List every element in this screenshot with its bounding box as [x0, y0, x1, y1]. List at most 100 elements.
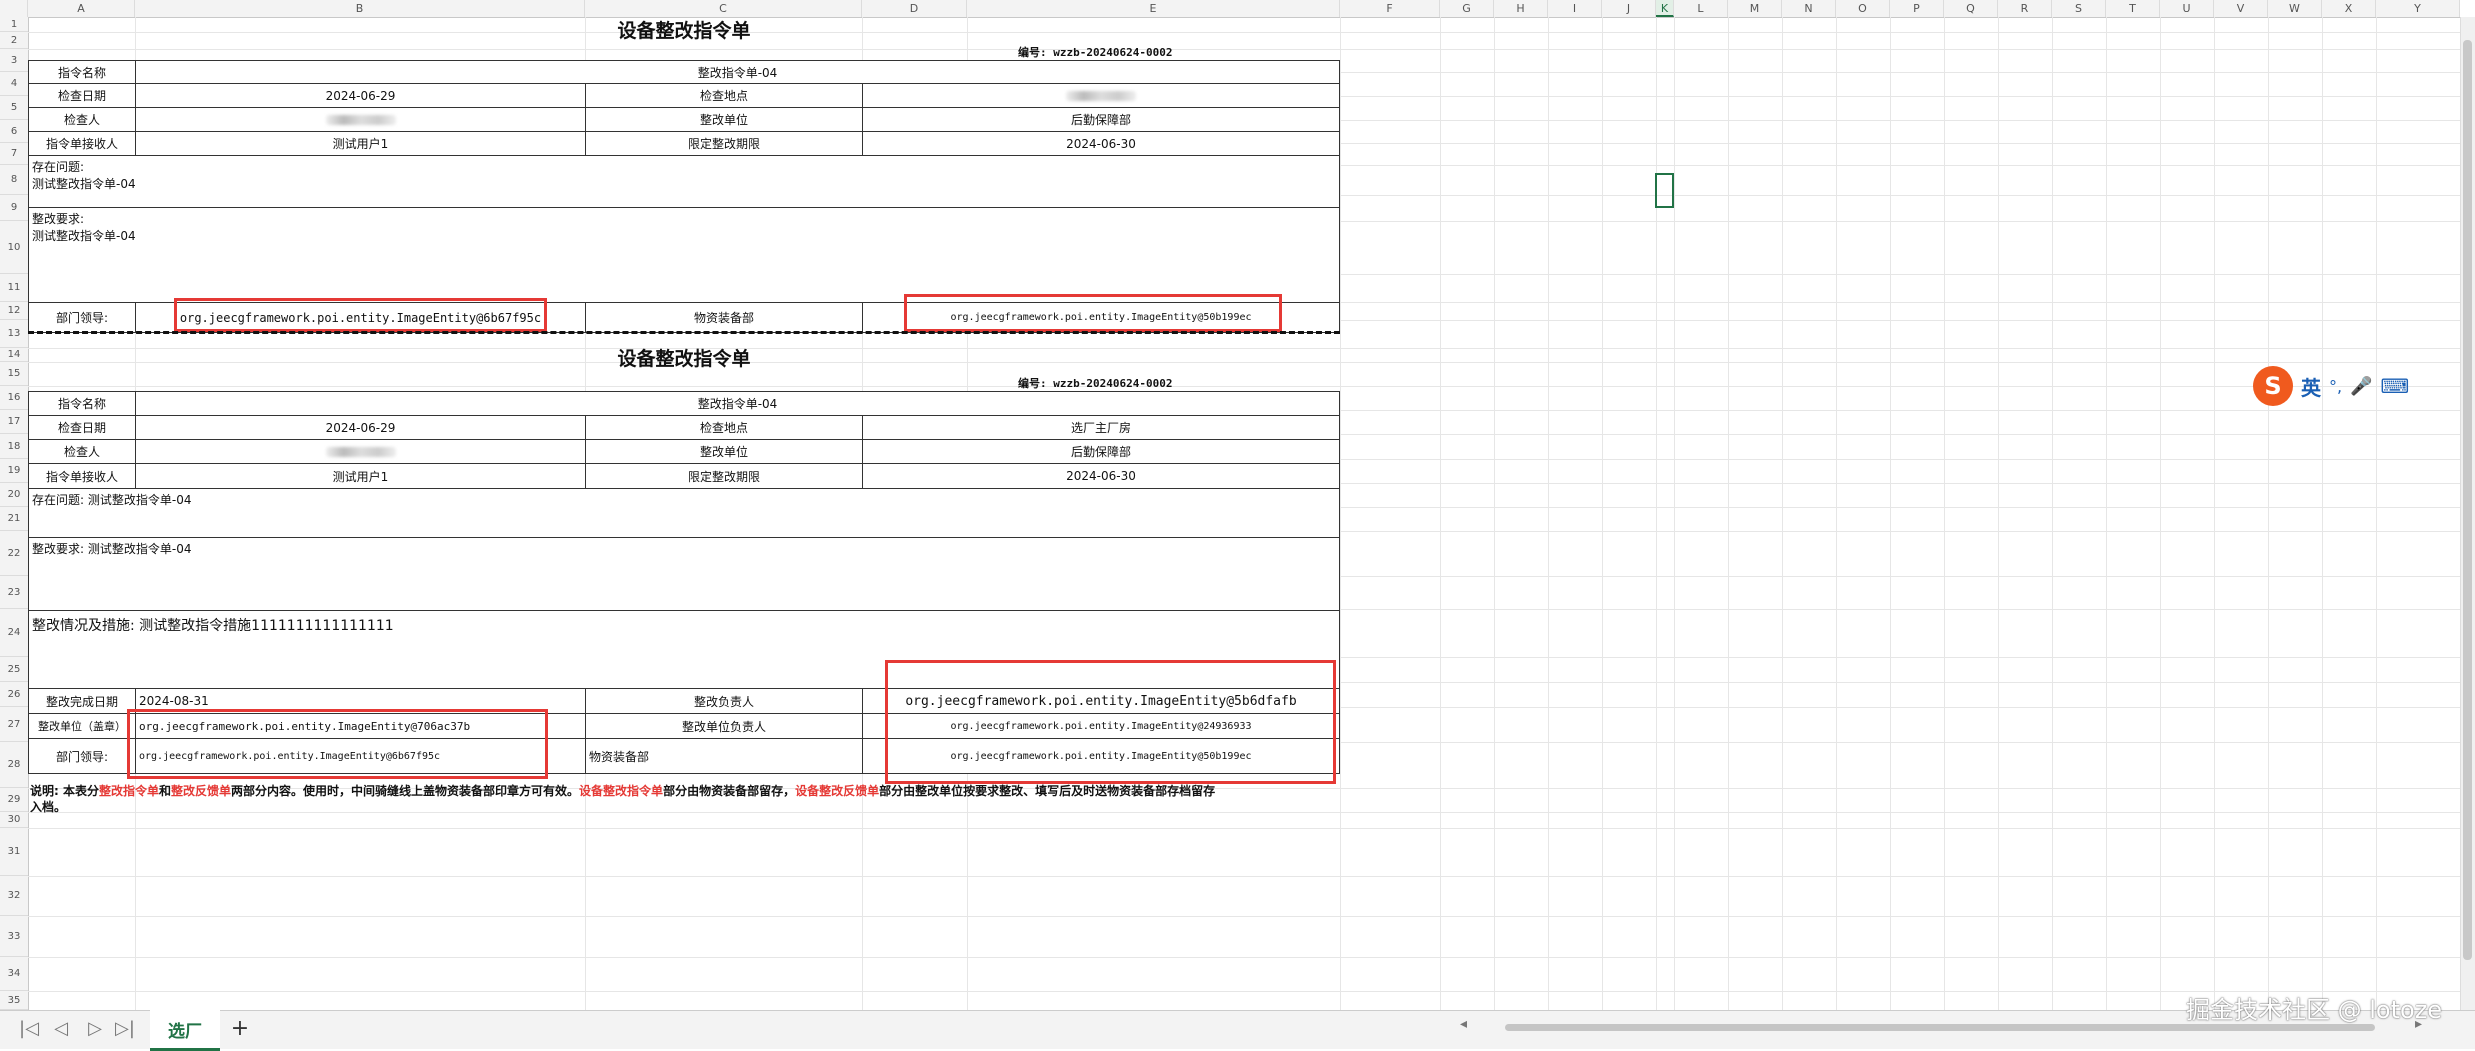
column-r[interactable]: R	[1998, 0, 2052, 17]
form1-problem-cell[interactable]: 存在问题: 测试整改指令单-04	[28, 155, 1340, 208]
form2-deadline-value[interactable]: 2024-06-30	[862, 463, 1340, 489]
sheet-tab-active[interactable]: 选厂	[150, 1010, 220, 1051]
row-16[interactable]: 16	[0, 386, 28, 410]
form2-check-place-value[interactable]: 选厂主厂房	[862, 415, 1340, 440]
keyboard-icon[interactable]: ⌨	[2381, 374, 2410, 398]
row-31[interactable]: 31	[0, 828, 28, 876]
row-29[interactable]: 29	[0, 788, 28, 812]
column-j[interactable]: J	[1602, 0, 1656, 17]
column-l[interactable]: L	[1674, 0, 1728, 17]
ime-mode-toggle[interactable]: 英	[2301, 372, 2321, 401]
column-b[interactable]: B	[135, 0, 585, 17]
form1-inspector-value[interactable]	[135, 107, 586, 132]
form1-deadline-value[interactable]: 2024-06-30	[862, 131, 1340, 156]
column-o[interactable]: O	[1836, 0, 1890, 17]
next-sheet-button[interactable]: ▷	[82, 1016, 108, 1042]
column-h[interactable]: H	[1494, 0, 1548, 17]
row-23[interactable]: 23	[0, 576, 28, 609]
row-12[interactable]: 12	[0, 302, 28, 320]
form2-problem-cell[interactable]: 存在问题: 测试整改指令单-04	[28, 488, 1340, 538]
prev-sheet-button[interactable]: ◁	[48, 1016, 74, 1042]
row-26[interactable]: 26	[0, 682, 28, 707]
row-22[interactable]: 22	[0, 531, 28, 576]
active-cell-cursor[interactable]	[1655, 173, 1674, 208]
ime-punct-toggle[interactable]: °,	[2329, 377, 2342, 396]
column-m[interactable]: M	[1728, 0, 1782, 17]
row-9[interactable]: 9	[0, 195, 28, 221]
row-15[interactable]: 15	[0, 362, 28, 386]
scroll-left-icon[interactable]: ◂	[1460, 1016, 1467, 1032]
column-d[interactable]: D	[862, 0, 967, 17]
column-g[interactable]: G	[1440, 0, 1494, 17]
row-header-bar: 1 2 3 4 5 6 7 8 9 10 11 12 13 14 15 16 1…	[0, 17, 29, 1024]
row-24[interactable]: 24	[0, 609, 28, 657]
form1-order-name-value[interactable]: 整改指令单-04	[135, 60, 1340, 84]
row-18[interactable]: 18	[0, 434, 28, 459]
row-10[interactable]: 10	[0, 221, 28, 274]
horizontal-scroll-thumb[interactable]	[1505, 1024, 2375, 1031]
column-i[interactable]: I	[1548, 0, 1602, 17]
add-sheet-button[interactable]: +	[227, 1016, 253, 1042]
form2-inspector-value[interactable]	[135, 439, 586, 464]
form2-receiver-value[interactable]: 测试用户1	[135, 463, 586, 489]
form2-rect-unit-label: 整改单位	[585, 439, 863, 464]
column-u[interactable]: U	[2160, 0, 2214, 17]
row-1[interactable]: 1	[0, 17, 28, 32]
row-17[interactable]: 17	[0, 410, 28, 434]
column-p[interactable]: P	[1890, 0, 1944, 17]
row-34[interactable]: 34	[0, 957, 28, 991]
form2-order-name-value[interactable]: 整改指令单-04	[135, 391, 1340, 416]
row-27[interactable]: 27	[0, 707, 28, 742]
column-e[interactable]: E	[967, 0, 1340, 17]
row-14[interactable]: 14	[0, 348, 28, 362]
column-k[interactable]: K	[1656, 0, 1674, 17]
ime-toolbar[interactable]: S 英 °, 🎤 ⌨	[2253, 363, 2475, 409]
row-30[interactable]: 30	[0, 812, 28, 828]
column-y[interactable]: Y	[2376, 0, 2460, 17]
column-v[interactable]: V	[2214, 0, 2268, 17]
highlight-box	[885, 660, 1336, 784]
form2-rect-unit-value[interactable]: 后勤保障部	[862, 439, 1340, 464]
column-s[interactable]: S	[2052, 0, 2106, 17]
row-33[interactable]: 33	[0, 916, 28, 957]
form1-receiver-label: 指令单接收人	[28, 131, 136, 156]
row-2[interactable]: 2	[0, 32, 28, 49]
form1-check-place-value[interactable]	[862, 83, 1340, 108]
form1-requirement-cell[interactable]: 整改要求: 测试整改指令单-04	[28, 207, 1340, 303]
form1-check-date-value[interactable]: 2024-06-29	[135, 83, 586, 108]
row-6[interactable]: 6	[0, 120, 28, 143]
row-3[interactable]: 3	[0, 49, 28, 72]
form1-receiver-value[interactable]: 测试用户1	[135, 131, 586, 156]
row-21[interactable]: 21	[0, 507, 28, 531]
row-8[interactable]: 8	[0, 165, 28, 195]
select-all-corner[interactable]	[0, 0, 28, 17]
vertical-scroll-thumb[interactable]	[2463, 40, 2472, 960]
column-t[interactable]: T	[2106, 0, 2160, 17]
row-7[interactable]: 7	[0, 143, 28, 165]
column-w[interactable]: W	[2268, 0, 2322, 17]
microphone-icon[interactable]: 🎤	[2350, 376, 2372, 397]
column-q[interactable]: Q	[1944, 0, 1998, 17]
form1-rect-unit-value[interactable]: 后勤保障部	[862, 107, 1340, 132]
first-sheet-button[interactable]: |◁	[16, 1016, 42, 1042]
column-n[interactable]: N	[1782, 0, 1836, 17]
form2-requirement-cell[interactable]: 整改要求: 测试整改指令单-04	[28, 537, 1340, 611]
column-x[interactable]: X	[2322, 0, 2376, 17]
sogou-logo-icon[interactable]: S	[2253, 366, 2293, 406]
column-c[interactable]: C	[585, 0, 862, 17]
column-f[interactable]: F	[1340, 0, 1440, 17]
row-19[interactable]: 19	[0, 459, 28, 483]
row-5[interactable]: 5	[0, 96, 28, 120]
row-20[interactable]: 20	[0, 483, 28, 507]
row-4[interactable]: 4	[0, 72, 28, 96]
last-sheet-button[interactable]: ▷|	[112, 1016, 138, 1042]
row-25[interactable]: 25	[0, 657, 28, 682]
column-a[interactable]: A	[28, 0, 135, 17]
row-11[interactable]: 11	[0, 274, 28, 302]
perforation-line	[28, 331, 1340, 334]
form2-check-date-value[interactable]: 2024-06-29	[135, 415, 586, 440]
row-32[interactable]: 32	[0, 876, 28, 916]
row-28[interactable]: 28	[0, 742, 28, 788]
row-13[interactable]: 13	[0, 320, 28, 348]
row-35[interactable]: 35	[0, 991, 28, 1010]
